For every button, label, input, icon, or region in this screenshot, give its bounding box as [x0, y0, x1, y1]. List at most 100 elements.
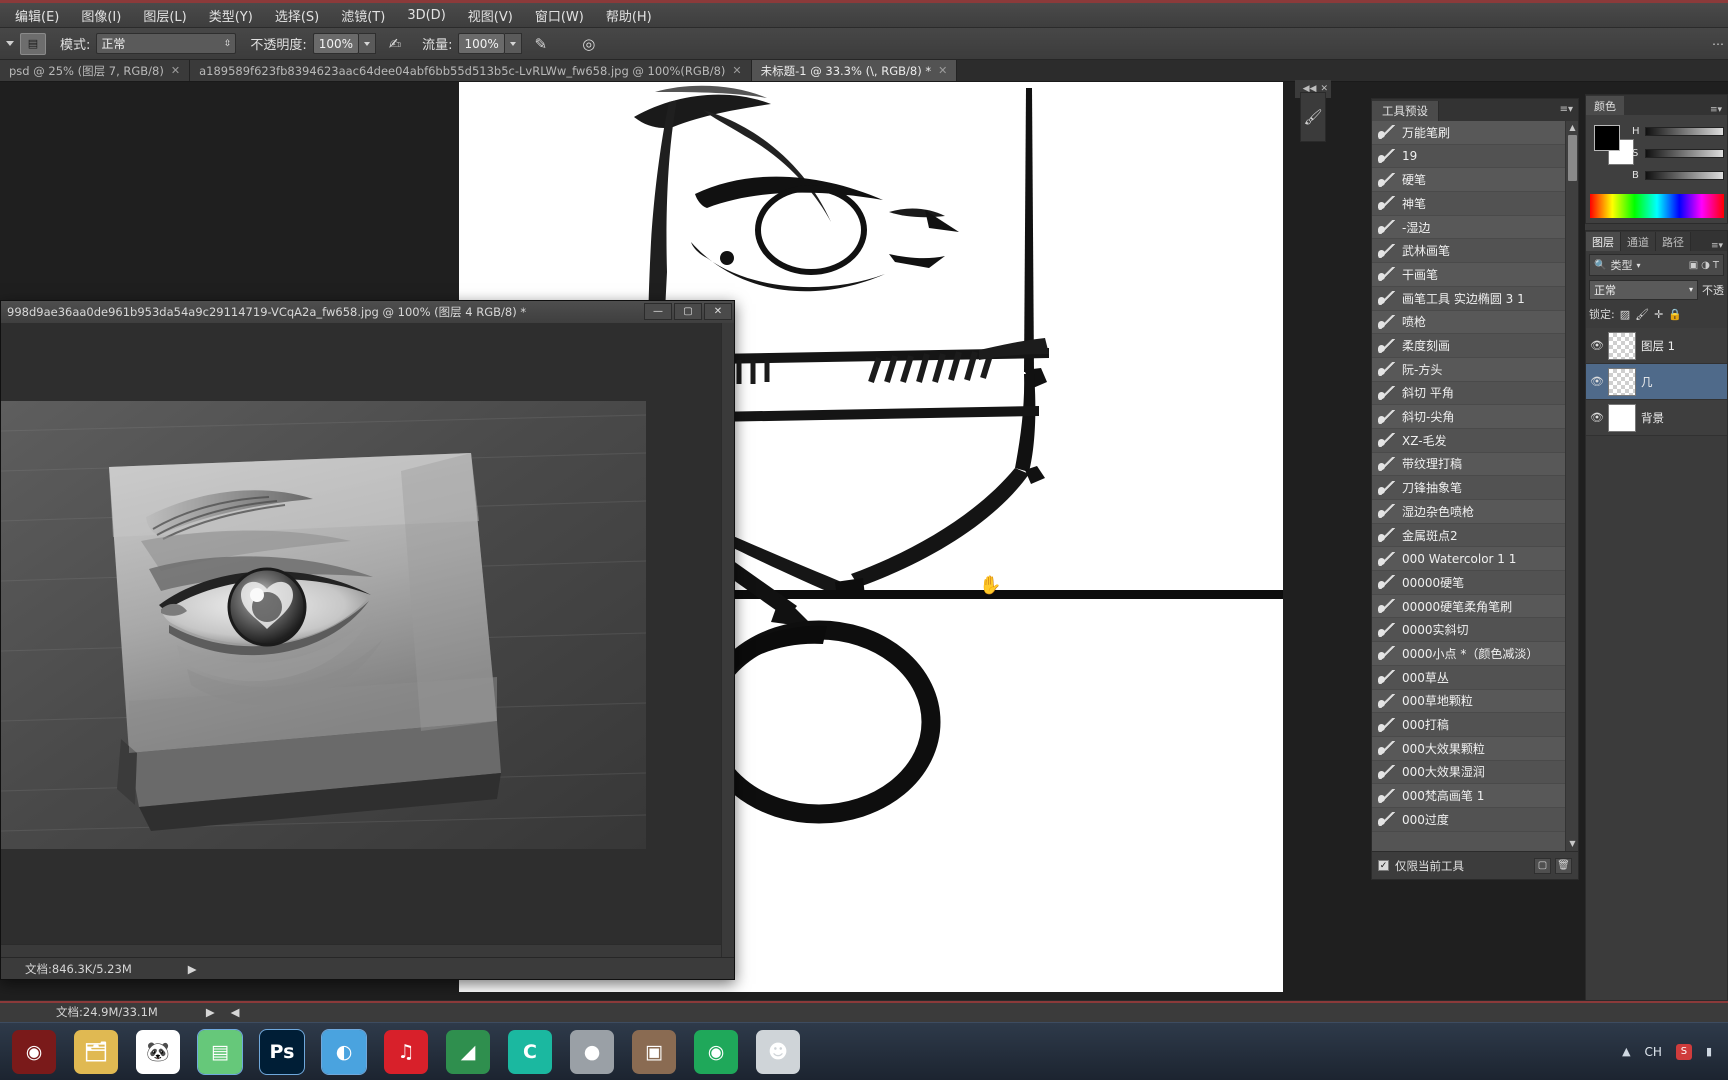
- flow-dropdown-icon[interactable]: [504, 33, 522, 54]
- collapsed-brush-panel-icon[interactable]: 🖌: [1300, 92, 1326, 142]
- lock-brush-icon[interactable]: 🖌: [1635, 308, 1649, 321]
- close-icon[interactable]: ✕: [171, 64, 180, 77]
- panel-menu-icon[interactable]: ≡▾: [1710, 105, 1727, 115]
- foreground-color-swatch[interactable]: [1594, 125, 1620, 151]
- menu-item-edit[interactable]: 编辑(E): [4, 3, 70, 28]
- layer-row[interactable]: 👁 图层 1: [1586, 328, 1727, 364]
- tool-preset-item[interactable]: 阮-方头: [1372, 357, 1578, 382]
- menu-item-select[interactable]: 选择(S): [264, 3, 330, 28]
- scrollbar-thumb[interactable]: [1568, 135, 1577, 181]
- tab-layers[interactable]: 图层: [1586, 232, 1621, 251]
- filter-pixel-icon[interactable]: ▣: [1689, 260, 1698, 271]
- menu-item-filter[interactable]: 滤镜(T): [330, 3, 396, 28]
- brightness-slider-track[interactable]: [1645, 170, 1724, 180]
- tool-preset-item[interactable]: 00000硬笔柔角笔刷: [1372, 594, 1578, 619]
- floating-window-titlebar[interactable]: 998d9ae36aa0de961b953da54a9c29114719-VCq…: [1, 301, 734, 323]
- tab-paths[interactable]: 路径: [1656, 232, 1691, 251]
- brightness-slider-row[interactable]: B: [1632, 169, 1724, 181]
- tab-color[interactable]: 颜色: [1586, 96, 1624, 115]
- eye-icon[interactable]: 👁: [1590, 339, 1604, 352]
- menu-item-3d[interactable]: 3D(D): [396, 5, 456, 26]
- floating-window-hscrollbar[interactable]: [1, 944, 721, 957]
- tool-preset-item[interactable]: 000 Watercolor 1 1: [1372, 547, 1578, 572]
- layer-row[interactable]: 👁 几: [1586, 364, 1727, 400]
- tool-preset-item[interactable]: 00000硬笔: [1372, 571, 1578, 595]
- menu-item-layer[interactable]: 图层(L): [132, 3, 197, 28]
- tab-tool-presets[interactable]: 工具预设: [1372, 101, 1439, 121]
- ime-badge[interactable]: S: [1675, 1043, 1692, 1060]
- tool-preset-item[interactable]: 湿边杂色喷枪: [1372, 500, 1578, 524]
- taskbar-panda-app[interactable]: 🐼: [128, 1026, 188, 1078]
- options-bar-overflow-icon[interactable]: ⋯: [1712, 37, 1724, 51]
- tool-preset-item[interactable]: 神笔: [1372, 192, 1578, 216]
- lock-transparent-icon[interactable]: ▨: [1620, 308, 1630, 321]
- eye-icon[interactable]: 👁: [1590, 411, 1604, 424]
- taskbar-photo-app[interactable]: ▣: [624, 1026, 684, 1078]
- show-desktop-icon[interactable]: ▮: [1706, 1045, 1712, 1058]
- flow-input[interactable]: 100%: [458, 33, 505, 54]
- layer-thumbnail[interactable]: [1608, 367, 1636, 396]
- tool-presets-list[interactable]: 万能笔刷 19 硬笔 神笔 -湿边 武林画笔 干画笔 画笔工具 实边椭圆 3 1 喷枪 柔度刻画阮…: [1372, 121, 1578, 851]
- color-spectrum-bar[interactable]: [1590, 194, 1724, 218]
- taskbar-notes-app[interactable]: ▤: [190, 1026, 250, 1078]
- hue-slider-track[interactable]: [1645, 126, 1724, 136]
- new-preset-icon[interactable]: ▢: [1534, 857, 1551, 874]
- document-tab-1[interactable]: psd @ 25% (图层 7, RGB/8) ✕: [0, 60, 191, 81]
- tool-preset-item[interactable]: 硬笔: [1372, 168, 1578, 193]
- floating-document-window[interactable]: 998d9ae36aa0de961b953da54a9c29114719-VCq…: [0, 300, 735, 980]
- tool-preset-item[interactable]: 斜切 平角: [1372, 381, 1578, 406]
- chevron-down-icon[interactable]: ▾: [1636, 261, 1640, 270]
- taskbar-gray-app[interactable]: ●: [562, 1026, 622, 1078]
- airbrush-icon[interactable]: ✎: [528, 32, 554, 56]
- taskbar-teal-app[interactable]: C: [500, 1026, 560, 1078]
- tool-preset-item[interactable]: XZ-毛发: [1372, 428, 1578, 453]
- pressure-size-icon[interactable]: ◎: [576, 32, 602, 56]
- floating-window-vscrollbar[interactable]: [721, 323, 734, 957]
- tool-preset-item[interactable]: 带纹理打稿: [1372, 452, 1578, 477]
- tool-preset-picker-icon[interactable]: [6, 41, 14, 46]
- left-arrow-icon[interactable]: ◀: [231, 1005, 240, 1019]
- layers-list[interactable]: 👁 图层 1 👁 几 👁 背景: [1586, 328, 1727, 436]
- taskbar-wechat-app[interactable]: ◉: [686, 1026, 746, 1078]
- close-icon[interactable]: ✕: [938, 64, 947, 77]
- lock-all-icon[interactable]: 🔒: [1668, 308, 1682, 321]
- tool-preset-item[interactable]: 万能笔刷: [1372, 121, 1578, 145]
- scroll-up-icon[interactable]: ▲: [1568, 123, 1577, 133]
- layer-filter-bar[interactable]: 🔍 类型 ▾ ▣ ◑ T: [1589, 254, 1724, 276]
- tool-preset-item[interactable]: 19: [1372, 144, 1578, 169]
- tool-preset-item[interactable]: 000打稿: [1372, 713, 1578, 737]
- tool-preset-item[interactable]: 000草丛: [1372, 665, 1578, 690]
- opacity-dropdown-icon[interactable]: [359, 33, 377, 54]
- tool-preset-item[interactable]: 0000小点 *（颜色减淡）: [1372, 642, 1578, 666]
- tool-preset-item[interactable]: 0000实斜切: [1372, 618, 1578, 643]
- play-arrow-icon[interactable]: ▶: [206, 1005, 215, 1019]
- document-tab-3[interactable]: 未标题-1 @ 33.3% (\, RGB/8) * ✕: [751, 60, 958, 81]
- tool-preset-item[interactable]: 000大效果湿润: [1372, 760, 1578, 785]
- floating-window-image[interactable]: [1, 401, 646, 849]
- filter-type-icon[interactable]: T: [1713, 260, 1719, 271]
- layer-blend-mode-select[interactable]: 正常 ▾: [1589, 279, 1698, 300]
- expand-tray-icon[interactable]: ▲: [1622, 1045, 1630, 1058]
- maximize-icon[interactable]: ▢: [674, 303, 702, 320]
- saturation-slider-row[interactable]: S: [1632, 147, 1724, 159]
- close-icon[interactable]: ✕: [704, 303, 732, 320]
- hue-slider-row[interactable]: H: [1632, 125, 1724, 137]
- tool-preset-item[interactable]: 金属斑点2: [1372, 523, 1578, 548]
- tool-preset-item[interactable]: -湿边: [1372, 215, 1578, 240]
- menu-item-type[interactable]: 类型(Y): [198, 3, 264, 28]
- menu-item-window[interactable]: 窗口(W): [524, 3, 595, 28]
- filter-adjustment-icon[interactable]: ◑: [1701, 260, 1710, 271]
- ime-language-label[interactable]: CH: [1645, 1045, 1662, 1059]
- taskbar-robot-app[interactable]: ☻: [748, 1026, 808, 1078]
- panel-menu-icon[interactable]: ≡▾: [1560, 104, 1573, 115]
- tool-preset-item[interactable]: 柔度刻画: [1372, 334, 1578, 358]
- trash-icon[interactable]: 🗑: [1555, 857, 1572, 874]
- taskbar-green-app[interactable]: ◢: [438, 1026, 498, 1078]
- tool-preset-item[interactable]: 000过度: [1372, 807, 1578, 832]
- tool-preset-item[interactable]: 刀锋抽象笔: [1372, 476, 1578, 500]
- taskbar-start-orb[interactable]: ◉: [4, 1026, 64, 1078]
- tool-preset-item[interactable]: 喷枪: [1372, 310, 1578, 335]
- document-tab-2[interactable]: a189589f623fb8394623aac64dee04abf6bb55d5…: [190, 60, 752, 81]
- saturation-slider-track[interactable]: [1645, 148, 1724, 158]
- scroll-down-icon[interactable]: ▼: [1568, 839, 1577, 849]
